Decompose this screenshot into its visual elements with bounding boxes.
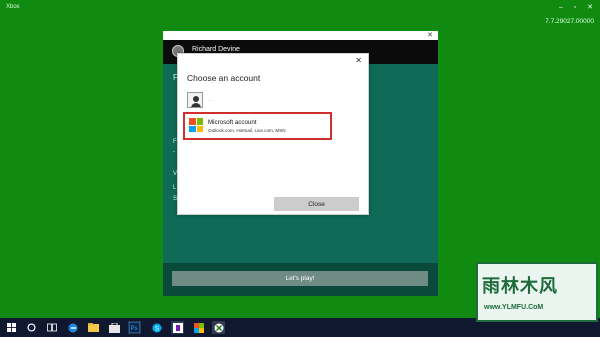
xbox-store-icon[interactable] — [192, 321, 205, 334]
photoshop-icon[interactable]: Ps — [128, 321, 141, 334]
task-view-icon[interactable] — [45, 321, 58, 334]
app-titlebar: Xbox – ▫ ✕ — [0, 0, 600, 14]
skype-icon[interactable]: S — [150, 321, 163, 334]
onenote-icon[interactable] — [171, 321, 184, 334]
panel-topbar: ✕ — [163, 31, 438, 40]
panel-close-icon[interactable]: ✕ — [427, 31, 433, 39]
choose-account-dialog: ✕ Choose an account · · Microsoft accoun… — [177, 53, 369, 215]
account-placeholder-name[interactable]: · · — [208, 98, 214, 104]
windows-start-icon[interactable] — [5, 321, 18, 334]
panel-footer: Let's play! — [163, 263, 438, 296]
edge-icon[interactable] — [66, 321, 79, 334]
store-icon[interactable] — [108, 321, 121, 334]
dialog-title: Choose an account — [187, 73, 261, 83]
watermark-url: www.YLMFU.CoM — [484, 304, 544, 311]
account-avatar-icon[interactable] — [187, 92, 203, 108]
microsoft-account-option[interactable]: Microsoft account Outlook.com, Hotmail, … — [183, 112, 332, 140]
search-icon[interactable] — [25, 321, 38, 334]
ghost-letter: - — [173, 149, 175, 155]
minimize-icon[interactable]: – — [555, 2, 567, 12]
lets-play-button[interactable]: Let's play! — [172, 271, 428, 286]
maximize-icon[interactable]: ▫ — [569, 2, 581, 12]
svg-text:S: S — [155, 326, 159, 332]
dialog-close-icon[interactable]: ✕ — [355, 56, 362, 65]
ghost-letter: L — [173, 185, 177, 191]
microsoft-logo-icon — [189, 118, 203, 132]
close-button[interactable]: Close — [274, 197, 359, 211]
file-explorer-icon[interactable] — [87, 321, 100, 334]
svg-text:Ps: Ps — [131, 326, 138, 332]
account-subtitle: Outlook.com, Hotmail, Live.com, MSN — [208, 128, 286, 133]
version-label: 7.7.29027.00000 — [545, 18, 594, 25]
app-title: Xbox — [6, 4, 20, 10]
watermark-text: 雨林木风 — [482, 276, 558, 297]
account-name: Microsoft account — [208, 119, 257, 126]
close-window-icon[interactable]: ✕ — [584, 2, 596, 12]
watermark-logo: 雨林木风 www.YLMFU.CoM — [468, 262, 598, 332]
xbox-icon[interactable] — [212, 321, 225, 334]
profile-name: Richard Devine — [192, 46, 240, 53]
